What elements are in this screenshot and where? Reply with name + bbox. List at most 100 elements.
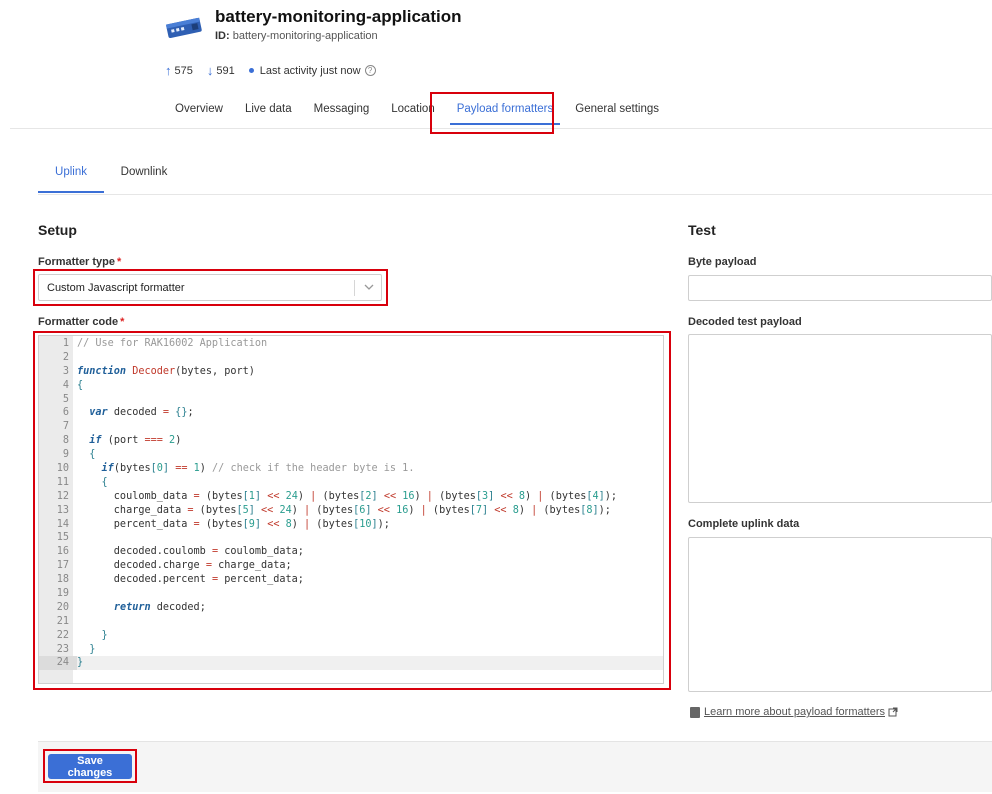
tab-live-data[interactable]: Live data <box>234 96 303 128</box>
code-text: var decoded = {}; <box>89 407 194 419</box>
code-text: charge_data = (bytes[5] << 24) | (bytes[… <box>77 504 611 516</box>
code-text: { <box>89 449 96 461</box>
code-text: decoded.coulomb = coulomb_data; <box>77 546 304 558</box>
line-number: 3 <box>62 365 69 377</box>
complete-uplink-label: Complete uplink data <box>688 518 800 530</box>
tab-uplink[interactable]: Uplink <box>38 163 104 193</box>
code-line: 13 charge_data = (bytes[5] << 24) | (byt… <box>39 504 663 518</box>
arrow-up-icon: ↑ <box>165 63 172 78</box>
line-number: 6 <box>62 407 69 419</box>
code-line: 16 decoded.coulomb = coulomb_data; <box>39 545 663 559</box>
line-number: 24 <box>39 656 77 671</box>
subtab-divider <box>38 194 992 195</box>
line-number: 19 <box>56 588 69 600</box>
line-number: 15 <box>56 532 69 544</box>
code-editor[interactable]: 1// Use for RAK16002 Application 2 3 functi… <box>38 335 664 684</box>
complete-uplink-area[interactable] <box>688 537 992 692</box>
test-title: Test <box>688 222 716 238</box>
code-line: 1 // Use for RAK16002 Application <box>39 337 663 351</box>
tab-payload-formatters[interactable]: Payload formatters <box>446 96 565 128</box>
line-number: 22 <box>56 629 69 641</box>
tab-overview[interactable]: Overview <box>164 96 234 128</box>
header-divider <box>10 128 992 129</box>
byte-payload-input[interactable] <box>688 275 992 301</box>
tab-general-settings[interactable]: General settings <box>564 96 670 128</box>
save-changes-button[interactable]: Save changes <box>48 754 132 779</box>
line-number: 11 <box>56 476 69 488</box>
formatter-type-select[interactable]: Custom Javascript formatter <box>38 274 382 301</box>
code-line: 11 { <box>39 476 663 490</box>
code-line: 5 <box>39 393 663 407</box>
line-number: 12 <box>56 490 69 502</box>
line-number: 5 <box>62 393 69 405</box>
code-line: 22 } <box>39 629 663 643</box>
tab-messaging[interactable]: Messaging <box>303 96 381 128</box>
code-line: 7 <box>39 420 663 434</box>
code-text: { <box>77 379 84 391</box>
code-line: 17 decoded.charge = charge_data; <box>39 559 663 573</box>
code-line: 6 var decoded = {}; <box>39 406 663 420</box>
arrow-down-icon: ↓ <box>206 63 214 78</box>
app-title: battery-monitoring-application <box>215 7 462 26</box>
code-line: 15 <box>39 531 663 545</box>
code-line: 21 <box>39 615 663 629</box>
code-line: 8 if (port === 2) <box>39 434 663 448</box>
learn-more-link[interactable]: Learn more about payload formatters <box>704 706 885 718</box>
line-number: 23 <box>56 643 69 655</box>
line-number: 10 <box>56 463 69 475</box>
help-icon[interactable]: ? <box>364 65 376 76</box>
code-line: 14 percent_data = (bytes[9] << 8) | (byt… <box>39 518 663 532</box>
decoded-payload-label: Decoded test payload <box>688 316 802 328</box>
code-line: 3 function Decoder(bytes, port) <box>39 365 663 379</box>
gateway-device-icon <box>165 17 202 39</box>
code-lines: 1// Use for RAK16002 Application 2 3 functi… <box>39 337 663 671</box>
code-line: 24} <box>39 656 663 671</box>
code-text: decoded.percent = percent_data; <box>77 574 304 586</box>
code-text: function Decoder(bytes, port) <box>77 365 255 377</box>
line-number: 21 <box>56 615 69 627</box>
code-text: } <box>89 643 96 655</box>
line-number: 2 <box>62 351 69 363</box>
formatter-code-label: Formatter code * <box>38 316 125 328</box>
code-line: 19 <box>39 587 663 601</box>
line-number: 9 <box>62 449 69 461</box>
line-number: 1 <box>62 338 69 349</box>
line-number: 14 <box>56 518 69 530</box>
code-text: if (port === 2) <box>89 435 182 447</box>
tab-location[interactable]: Location <box>380 96 445 128</box>
book-icon <box>690 706 700 718</box>
tab-downlink[interactable]: Downlink <box>110 163 178 193</box>
formatter-type-value: Custom Javascript formatter <box>47 282 185 294</box>
code-text: return decoded; <box>113 601 206 613</box>
select-separator <box>354 280 355 296</box>
code-text: } <box>101 629 108 641</box>
main-tabs: Overview Live data Messaging Location Pa… <box>164 96 670 128</box>
uplink-stat: ↑ 575 <box>165 63 193 78</box>
code-line: 20 return decoded; <box>39 601 663 615</box>
line-number: 16 <box>56 546 69 558</box>
code-text: // Use for RAK16002 Application <box>77 338 268 349</box>
code-line: 18 decoded.percent = percent_data; <box>39 573 663 587</box>
line-number: 20 <box>56 601 69 613</box>
learn-more: Learn more about payload formatters <box>690 706 898 718</box>
external-link-icon <box>888 707 898 717</box>
line-number: 18 <box>56 574 69 586</box>
decoded-payload-area[interactable] <box>688 334 992 503</box>
last-activity: Last activity just now ? <box>248 65 376 77</box>
line-number: 7 <box>62 421 69 433</box>
code-text: if(bytes[0] == 1) // check if the header… <box>101 463 415 475</box>
app-id: ID: battery-monitoring-application <box>215 30 378 42</box>
formatter-type-label: Formatter type * <box>38 256 122 268</box>
line-number: 13 <box>56 504 69 516</box>
code-line: 4{ <box>39 379 663 393</box>
status-dot-icon <box>248 68 254 73</box>
code-line: 2 <box>39 351 663 365</box>
code-text: percent_data = (bytes[9] << 8) | (bytes[… <box>77 518 390 530</box>
line-number: 4 <box>62 379 69 391</box>
footer-bar <box>38 741 992 792</box>
code-text: { <box>101 476 108 488</box>
byte-payload-label: Byte payload <box>688 256 757 268</box>
code-line: 9 { <box>39 448 663 462</box>
line-number: 8 <box>62 435 69 447</box>
code-text: } <box>77 657 84 669</box>
